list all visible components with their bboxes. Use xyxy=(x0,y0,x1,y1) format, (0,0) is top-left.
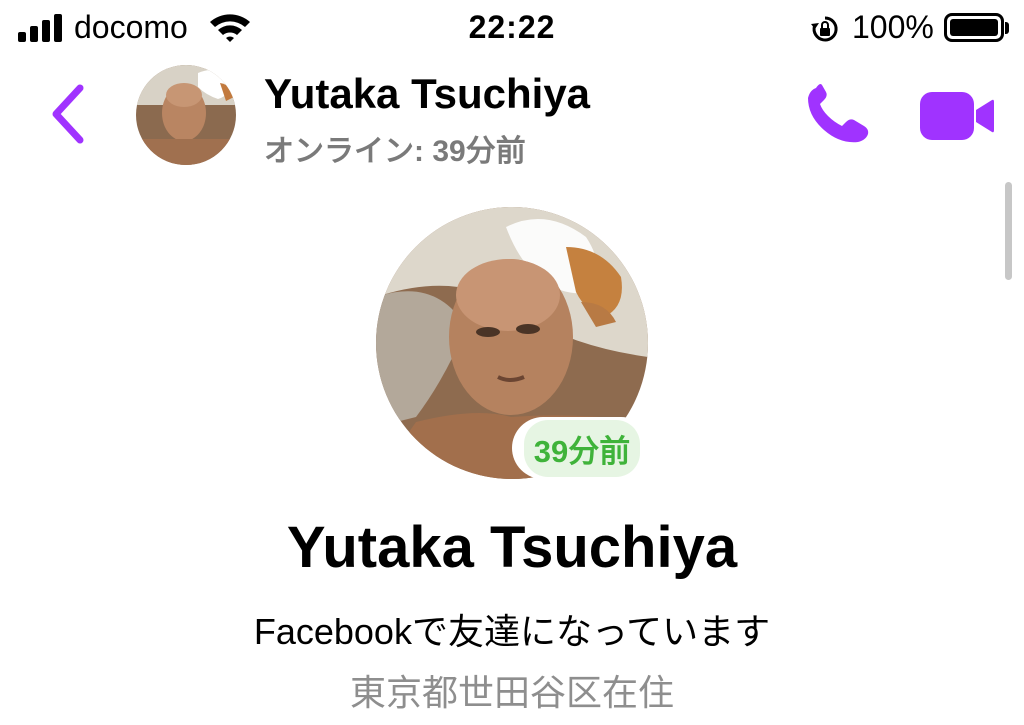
chat-header: Yutaka Tsuchiya オンライン: 39分前 xyxy=(0,56,1024,176)
header-online-status: オンライン: 39分前 xyxy=(264,135,526,168)
active-time-label: 39分前 xyxy=(523,419,641,477)
header-avatar[interactable] xyxy=(136,65,236,165)
video-camera-icon xyxy=(920,92,994,140)
phone-icon xyxy=(808,84,869,143)
battery-nub xyxy=(1005,22,1009,34)
friendship-status: Facebookで友達になっています xyxy=(253,611,771,652)
back-button[interactable] xyxy=(40,78,96,150)
location-info: 東京都世田谷区在住 xyxy=(349,672,674,713)
battery-percent: 100% xyxy=(852,9,934,45)
active-time-badge: 39分前 xyxy=(512,417,652,479)
rotation-lock-icon xyxy=(810,14,840,49)
battery-icon xyxy=(944,13,1004,42)
back-chevron-icon xyxy=(52,84,84,144)
scrollbar[interactable] xyxy=(1005,182,1012,280)
profile-name: Yutaka Tsuchiya xyxy=(286,515,738,580)
video-call-button[interactable] xyxy=(916,86,996,146)
voice-call-button[interactable] xyxy=(802,82,874,148)
status-bar: docomo 22:22 100% xyxy=(0,0,1024,56)
header-contact-name: Yutaka Tsuchiya xyxy=(264,70,591,117)
messenger-chat-screen: docomo 22:22 100% Yutaka Tsuchiya オンライン:… xyxy=(0,0,1024,725)
